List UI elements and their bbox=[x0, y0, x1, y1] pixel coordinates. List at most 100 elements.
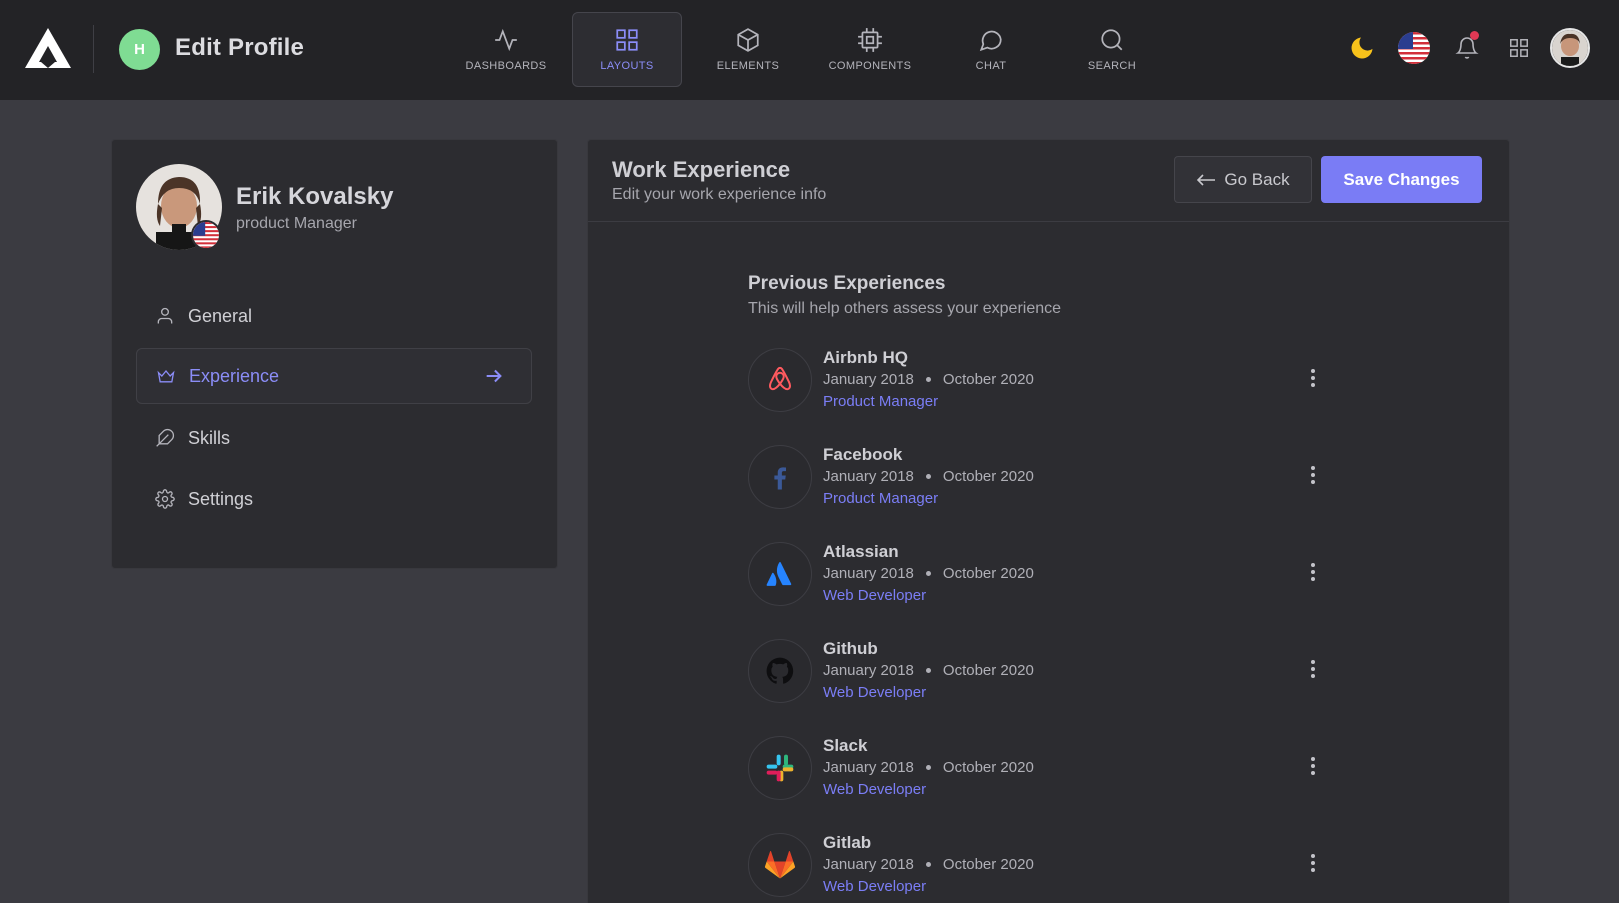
menu-item-label: Skills bbox=[188, 427, 231, 448]
profile-card: Erik Kovalsky product Manager General Ex… bbox=[111, 139, 558, 569]
save-changes-button[interactable]: Save Changes bbox=[1321, 156, 1482, 203]
experience-dates: January 2018 October 2020 bbox=[823, 759, 1034, 776]
box-icon bbox=[737, 28, 759, 52]
company-name: Facebook bbox=[823, 445, 903, 464]
slack-icon bbox=[748, 736, 812, 800]
position-title: Product Manager bbox=[823, 490, 939, 507]
more-vertical-icon bbox=[1311, 660, 1315, 678]
profile-role: product Manager bbox=[236, 215, 357, 232]
date-separator bbox=[925, 571, 931, 576]
company-name: Slack bbox=[823, 736, 868, 755]
moon-icon bbox=[1351, 37, 1373, 59]
us-flag-icon bbox=[191, 220, 221, 250]
position-title: Web Developer bbox=[823, 684, 927, 701]
start-date: January 2018 bbox=[823, 565, 914, 582]
work-experience-card: Work Experience Edit your work experienc… bbox=[587, 139, 1510, 903]
experience-dates: January 2018 October 2020 bbox=[823, 468, 1034, 485]
position-title: Web Developer bbox=[823, 587, 927, 604]
start-date: January 2018 bbox=[823, 468, 914, 485]
nav-layouts[interactable]: LAYOUTS bbox=[572, 12, 682, 87]
us-flag-icon bbox=[1398, 32, 1430, 64]
menu-item-skills[interactable]: Skills bbox=[136, 410, 532, 466]
nav-label: ELEMENTS bbox=[716, 60, 780, 72]
more-vertical-icon bbox=[1311, 757, 1315, 775]
apps-grid-icon bbox=[1510, 39, 1528, 57]
more-options-button[interactable] bbox=[1298, 848, 1328, 878]
end-date: October 2020 bbox=[942, 565, 1034, 582]
notifications-button[interactable] bbox=[1447, 28, 1487, 68]
experience-dates: January 2018 October 2020 bbox=[823, 371, 1034, 388]
language-selector[interactable] bbox=[1394, 28, 1434, 68]
card-header: Work Experience Edit your work experienc… bbox=[588, 140, 1509, 222]
position-title: Product Manager bbox=[823, 393, 939, 410]
crown-icon bbox=[155, 365, 177, 387]
more-options-button[interactable] bbox=[1298, 751, 1328, 781]
experience-item: Github January 2018 October 2020 Web Deve… bbox=[748, 639, 1348, 719]
grid-icon bbox=[616, 29, 638, 51]
app-logo[interactable] bbox=[24, 26, 72, 70]
user-menu[interactable] bbox=[1550, 28, 1590, 68]
page-avatar: H bbox=[119, 29, 160, 70]
chat-icon bbox=[979, 30, 1002, 52]
more-options-button[interactable] bbox=[1298, 654, 1328, 684]
user-icon bbox=[154, 305, 176, 327]
company-name: Github bbox=[823, 639, 878, 658]
facebook-icon bbox=[748, 445, 812, 509]
date-separator bbox=[925, 668, 931, 673]
position-title: Web Developer bbox=[823, 781, 927, 798]
menu-item-general[interactable]: General bbox=[136, 288, 532, 344]
position-title: Web Developer bbox=[823, 878, 927, 895]
profile-name: Erik Kovalsky bbox=[236, 183, 394, 210]
company-name: Atlassian bbox=[823, 542, 899, 561]
top-bar: H Edit Profile DASHBOARDS LAYOUTS ELEMEN… bbox=[0, 0, 1619, 100]
date-separator bbox=[925, 862, 931, 867]
activity-icon bbox=[495, 28, 517, 52]
nav-elements[interactable]: ELEMENTS bbox=[693, 12, 803, 87]
go-back-button[interactable]: Go Back bbox=[1174, 156, 1312, 203]
experience-dates: January 2018 October 2020 bbox=[823, 856, 1034, 873]
end-date: October 2020 bbox=[942, 371, 1034, 388]
end-date: October 2020 bbox=[942, 468, 1034, 485]
arrow-left-icon bbox=[1197, 173, 1216, 186]
menu-item-label: Settings bbox=[188, 488, 254, 509]
apps-button[interactable] bbox=[1499, 28, 1539, 68]
date-separator bbox=[925, 474, 931, 479]
nav-chat[interactable]: CHAT bbox=[936, 12, 1046, 87]
nav-label: DASHBOARDS bbox=[465, 60, 547, 72]
nav-label: COMPONENTS bbox=[828, 60, 912, 72]
start-date: January 2018 bbox=[823, 371, 914, 388]
experience-item: Facebook January 2018 October 2020 Produc… bbox=[748, 445, 1348, 525]
more-options-button[interactable] bbox=[1298, 363, 1328, 393]
go-back-label: Go Back bbox=[1224, 169, 1290, 189]
menu-item-experience[interactable]: Experience bbox=[136, 348, 532, 404]
github-icon bbox=[748, 639, 812, 703]
more-vertical-icon bbox=[1311, 854, 1315, 872]
airbnb-icon bbox=[748, 348, 812, 412]
start-date: January 2018 bbox=[823, 662, 914, 679]
date-separator bbox=[925, 377, 931, 382]
end-date: October 2020 bbox=[942, 759, 1034, 776]
arrow-right-icon bbox=[486, 369, 502, 383]
company-name: Airbnb HQ bbox=[823, 348, 908, 367]
notification-badge bbox=[1470, 31, 1479, 40]
experience-item: Airbnb HQ January 2018 October 2020 Produ… bbox=[748, 348, 1348, 428]
start-date: January 2018 bbox=[823, 759, 914, 776]
more-options-button[interactable] bbox=[1298, 460, 1328, 490]
experience-item: Atlassian January 2018 October 2020 Web D… bbox=[748, 542, 1348, 622]
nav-label: LAYOUTS bbox=[600, 60, 654, 72]
nav-label: SEARCH bbox=[1087, 60, 1137, 72]
end-date: October 2020 bbox=[942, 856, 1034, 873]
page-title: Edit Profile bbox=[175, 34, 305, 61]
user-avatar bbox=[1550, 28, 1590, 68]
dark-mode-toggle[interactable] bbox=[1342, 28, 1382, 68]
menu-item-label: Experience bbox=[189, 365, 280, 386]
nav-search[interactable]: SEARCH bbox=[1057, 12, 1167, 87]
more-options-button[interactable] bbox=[1298, 557, 1328, 587]
nav-components[interactable]: COMPONENTS bbox=[815, 12, 925, 87]
more-vertical-icon bbox=[1311, 369, 1315, 387]
card-subtitle: Edit your work experience info bbox=[612, 186, 827, 203]
start-date: January 2018 bbox=[823, 856, 914, 873]
menu-item-settings[interactable]: Settings bbox=[136, 471, 532, 527]
nav-dashboards[interactable]: DASHBOARDS bbox=[451, 12, 561, 87]
experience-item: Gitlab January 2018 October 2020 Web Deve… bbox=[748, 833, 1348, 903]
